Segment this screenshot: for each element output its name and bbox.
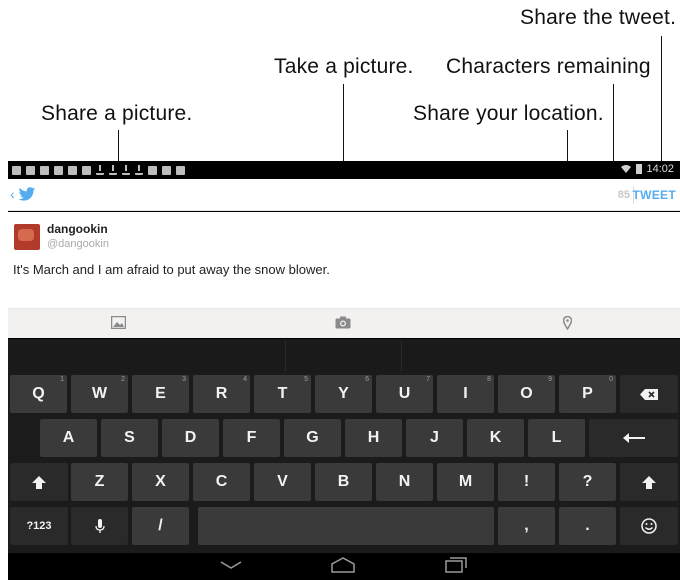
camera-icon[interactable] <box>335 316 351 329</box>
key-p[interactable]: P0 <box>559 375 616 413</box>
barcode-icon <box>148 165 157 175</box>
key-period[interactable]: . <box>559 507 616 545</box>
calendar-check-icon-2 <box>176 165 185 175</box>
back-chevron-icon[interactable]: ‹ <box>10 186 15 202</box>
key-a[interactable]: A <box>40 419 97 457</box>
tweet-button[interactable]: TWEET <box>633 188 677 202</box>
gmail-notification-icon <box>82 165 91 175</box>
tweet-text-input[interactable]: It's March and I am afraid to put away t… <box>13 262 330 277</box>
space-bar[interactable] <box>198 507 494 545</box>
back-hide-keyboard-icon[interactable] <box>220 561 242 569</box>
clipboard-notification-icon <box>26 165 35 175</box>
key-y[interactable]: Y6 <box>315 375 372 413</box>
key-l[interactable]: L <box>528 419 585 457</box>
user-handle: @dangookin <box>47 238 109 250</box>
recent-apps-icon[interactable] <box>445 556 467 573</box>
key-g[interactable]: G <box>284 419 341 457</box>
calendar-check-icon <box>162 165 171 175</box>
callout-share-tweet: Share the tweet. <box>520 6 677 29</box>
key-h[interactable]: H <box>345 419 402 457</box>
shift-key-left[interactable] <box>10 463 68 501</box>
key-q[interactable]: Q1 <box>10 375 67 413</box>
key-j[interactable]: J <box>406 419 463 457</box>
home-icon[interactable] <box>330 557 356 573</box>
people-notification-icon <box>68 165 77 175</box>
key-d[interactable]: D <box>162 419 219 457</box>
microphone-icon <box>94 518 105 533</box>
key-u[interactable]: U7 <box>376 375 433 413</box>
key-c[interactable]: C <box>193 463 250 501</box>
shift-key-right[interactable] <box>620 463 678 501</box>
voice-input-key[interactable] <box>71 507 128 545</box>
compose-area[interactable]: dangookin @dangookin It's March and I am… <box>8 212 680 308</box>
location-pin-icon[interactable] <box>563 316 572 330</box>
key-e[interactable]: E3 <box>132 375 189 413</box>
characters-remaining: 85 <box>617 189 630 201</box>
key-k[interactable]: K <box>467 419 524 457</box>
mail-notification-icon <box>40 165 49 175</box>
chat-notification-icon <box>12 165 21 175</box>
device-screen: 14:02 ‹ 85 TWEET dangookin @dangookin It… <box>8 161 680 580</box>
status-bar: 14:02 <box>8 161 680 179</box>
smiley-icon <box>641 518 657 534</box>
key-comma[interactable]: , <box>498 507 555 545</box>
callout-take-picture: Take a picture. <box>274 55 414 78</box>
key-b[interactable]: B <box>315 463 372 501</box>
system-icons: 14:02 <box>620 163 674 175</box>
key-w[interactable]: W2 <box>71 375 128 413</box>
download-icon-4 <box>135 165 143 175</box>
wifi-icon <box>621 165 632 173</box>
shift-arrow-icon <box>32 475 46 489</box>
image-icon[interactable] <box>111 316 126 329</box>
backspace-icon <box>640 388 658 400</box>
download-icon <box>96 165 104 175</box>
key-v[interactable]: V <box>254 463 311 501</box>
twitter-bird-icon[interactable] <box>18 187 36 202</box>
clock: 14:02 <box>646 163 674 175</box>
key-s[interactable]: S <box>101 419 158 457</box>
username: dangookin <box>47 222 108 236</box>
callout-share-picture: Share a picture. <box>41 102 193 125</box>
mail-notification-icon-2 <box>54 165 63 175</box>
battery-icon <box>636 164 643 174</box>
callout-share-location: Share your location. <box>413 102 604 125</box>
key-f[interactable]: F <box>223 419 280 457</box>
shift-arrow-icon <box>642 475 656 489</box>
key-exclamation[interactable]: ! <box>498 463 555 501</box>
key-question[interactable]: ? <box>559 463 616 501</box>
key-m[interactable]: M <box>437 463 494 501</box>
key-t[interactable]: T5 <box>254 375 311 413</box>
navigation-bar <box>8 553 680 580</box>
key-r[interactable]: R4 <box>193 375 250 413</box>
key-slash[interactable]: / <box>132 507 189 545</box>
key-z[interactable]: Z <box>71 463 128 501</box>
enter-arrow-icon <box>622 433 645 443</box>
keyboard: Q1 W2 E3 R4 T5 Y6 U7 I8 O9 P0 A S D F G … <box>8 373 680 553</box>
suggestion-divider <box>285 341 286 371</box>
action-bar: ‹ 85 TWEET <box>8 179 680 211</box>
emoji-key[interactable] <box>620 507 678 545</box>
key-x[interactable]: X <box>132 463 189 501</box>
key-o[interactable]: O9 <box>498 375 555 413</box>
compose-toolbar <box>8 308 680 338</box>
backspace-key[interactable] <box>620 375 678 413</box>
suggestion-divider <box>401 341 402 371</box>
download-icon-2 <box>109 165 117 175</box>
key-i[interactable]: I8 <box>437 375 494 413</box>
notification-icons <box>12 163 185 177</box>
suggestion-strip <box>8 339 680 373</box>
download-icon-3 <box>122 165 130 175</box>
callout-chars-remaining: Characters remaining <box>446 55 651 78</box>
avatar <box>14 224 40 250</box>
enter-key[interactable] <box>589 419 678 457</box>
key-n[interactable]: N <box>376 463 433 501</box>
symbols-key[interactable]: ?123 <box>10 507 68 545</box>
